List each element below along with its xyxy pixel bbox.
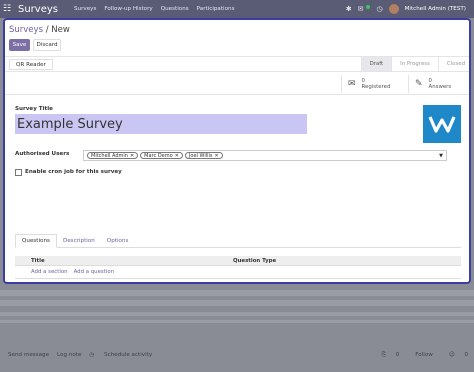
followers-button[interactable]: ☺ 0 [449, 352, 468, 358]
add-question-link[interactable]: Add a question [74, 269, 114, 275]
stage-in-progress[interactable]: In Progress [391, 57, 438, 71]
envelope-icon: ✉ [348, 79, 356, 89]
user-tag: Marc Demo ✕ [140, 152, 183, 159]
save-button[interactable]: Save [9, 39, 30, 51]
smart-button-box: ✉ 0 Registered ✎ 0 Answers [5, 73, 469, 95]
attachments-count: 0 [395, 351, 400, 358]
authorised-users-field[interactable]: Mitchell Admin ✕ Marc Demo ✕ Joel Willis ✕ … [83, 150, 447, 161]
menu-surveys[interactable]: Surveys [74, 6, 96, 12]
schedule-activity-label: Schedule activity [104, 352, 153, 358]
bug-icon[interactable]: ✱ [346, 5, 352, 13]
tab-questions[interactable]: Questions [15, 234, 57, 248]
chatter-bar: Send message Log note ◷ Schedule activit… [0, 348, 474, 362]
registered-count: 0 [361, 77, 365, 84]
background-row [0, 290, 474, 296]
tab-description[interactable]: Description [57, 234, 101, 248]
clock-icon[interactable]: ◷ [376, 5, 382, 13]
apps-grid-icon[interactable]: ☷ [0, 4, 14, 14]
follow-button[interactable]: Follow [415, 352, 433, 358]
chatter-right: ⎘ 0 Follow ☺ 0 [373, 348, 468, 362]
answers-count: 0 [428, 77, 432, 84]
user-tag-label: Marc Demo [144, 152, 173, 159]
menu-follow-up-history[interactable]: Follow-up History [104, 6, 152, 12]
avatar[interactable] [388, 4, 399, 14]
pencil-square-icon: ✎ [415, 79, 423, 89]
registered-smart-button[interactable]: ✉ 0 Registered [341, 75, 407, 93]
log-note-button[interactable]: Log note [57, 352, 81, 358]
registered-label: Registered [361, 84, 391, 90]
chevron-down-icon[interactable]: ▼ [439, 153, 443, 159]
column-title[interactable]: Title [31, 256, 45, 266]
stage-draft[interactable]: Draft [360, 57, 392, 71]
survey-title-input[interactable]: Example Survey [15, 114, 307, 134]
questions-table-header: Title Question Type [15, 256, 461, 266]
table-divider [15, 278, 461, 279]
followers-count: 0 [464, 352, 468, 358]
add-line-links: Add a section Add a question [31, 269, 114, 275]
qr-reader-button[interactable]: QR Reader [9, 59, 53, 70]
user-name[interactable]: Mitchell Admin (TEST) [405, 6, 466, 12]
stage-closed[interactable]: Closed [437, 57, 469, 71]
navbar-systray: ✱ ✉ ◷ Mitchell Admin (TEST) [346, 0, 466, 18]
menu-questions[interactable]: Questions [161, 6, 189, 12]
breadcrumb-parent[interactable]: Surveys [9, 25, 43, 35]
user-tag-label: Joel Willis [188, 152, 213, 159]
registered-text: 0 Registered [362, 78, 391, 91]
remove-tag-icon[interactable]: ✕ [215, 153, 219, 159]
discard-button[interactable]: Discard [33, 39, 61, 51]
tab-options[interactable]: Options [101, 234, 135, 248]
menu-participations[interactable]: Participations [197, 6, 235, 12]
breadcrumb: Surveys / New [9, 25, 70, 35]
user-tag: Joel Willis ✕ [184, 152, 223, 159]
survey-form-dialog: Surveys / New Save Discard QR Reader Dra… [3, 18, 471, 284]
user-tag-label: Mitchell Admin [91, 152, 128, 159]
chat-badge [366, 5, 371, 9]
add-section-link[interactable]: Add a section [31, 269, 68, 275]
survey-title-label: Survey Title [15, 106, 53, 112]
attachments-button[interactable]: ⎘ 0 [381, 352, 399, 359]
cron-checkbox[interactable] [15, 169, 22, 176]
form-statusbar: QR Reader Draft In Progress Closed [5, 56, 469, 72]
background-row [0, 300, 474, 306]
send-message-button[interactable]: Send message [8, 352, 49, 358]
remove-tag-icon[interactable]: ✕ [175, 153, 179, 159]
background-row [0, 312, 474, 316]
answers-text: 0 Answers [429, 78, 452, 91]
breadcrumb-current: New [51, 25, 70, 35]
logo-w-icon [428, 116, 456, 133]
column-question-type[interactable]: Question Type [233, 256, 276, 266]
remove-tag-icon[interactable]: ✕ [130, 153, 134, 159]
app-name[interactable]: Surveys [18, 4, 58, 15]
cron-label: Enable cron job for this survey [25, 169, 122, 175]
answers-smart-button[interactable]: ✎ 0 Answers [408, 75, 469, 93]
notebook-tabs: Questions Description Options [15, 234, 461, 248]
answers-label: Answers [428, 84, 452, 90]
schedule-activity-button[interactable]: ◷ Schedule activity [89, 352, 152, 358]
chat-icon[interactable]: ✉ [358, 5, 364, 13]
user-tag: Mitchell Admin ✕ [87, 152, 139, 159]
breadcrumb-separator: / [45, 25, 49, 35]
background-row [0, 320, 474, 323]
stage-pipeline: Draft In Progress Closed [360, 57, 469, 71]
survey-logo-image[interactable] [423, 105, 461, 143]
authorised-users-label: Authorised Users [15, 151, 70, 157]
top-navbar: ☷ Surveys Surveys Follow-up History Ques… [0, 0, 474, 18]
